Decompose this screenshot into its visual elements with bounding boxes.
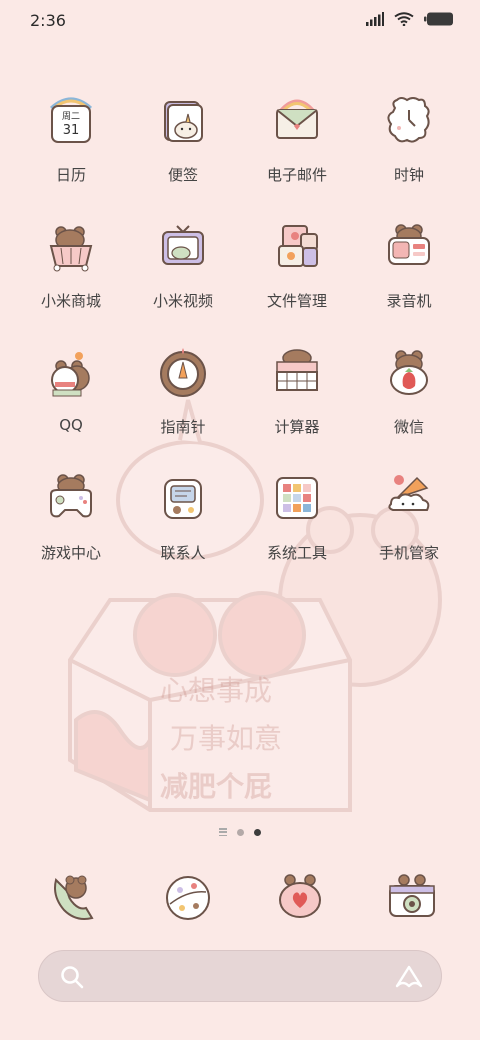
app-label: QQ [59, 416, 83, 434]
file-manager-icon [278, 225, 318, 267]
app-label: 指南针 [160, 418, 206, 436]
app-email[interactable]: 电子邮件 [242, 92, 352, 185]
app-label: 微信 [393, 418, 424, 436]
battery-icon [424, 12, 453, 26]
contacts-icon [164, 479, 202, 519]
mi-video-icon [162, 225, 204, 265]
wallpaper-text-2: 万事如意 [170, 722, 282, 755]
search-bar[interactable] [38, 950, 442, 1002]
calendar-day: 31 [63, 123, 80, 138]
calculator-icon [276, 349, 318, 391]
calendar-icon: 周二 31 [49, 97, 93, 143]
app-compass[interactable]: 指南针 [128, 344, 238, 437]
app-wechat[interactable]: 微信 [354, 344, 464, 437]
mi-store-icon [49, 226, 93, 272]
app-file-manager[interactable]: 文件管理 [242, 218, 352, 311]
app-security[interactable]: 手机管家 [354, 470, 464, 563]
page-indicator[interactable] [0, 828, 480, 836]
app-mi-video[interactable]: 小米视频 [128, 218, 238, 311]
status-time: 2:36 [30, 11, 66, 30]
app-label: 小米视频 [152, 292, 213, 310]
app-label: 联系人 [160, 544, 206, 562]
app-calendar[interactable]: 周二 31 日历 [16, 92, 126, 185]
game-center-icon [50, 474, 92, 518]
status-bar: 2:36 [0, 0, 480, 42]
app-label: 游戏中心 [40, 544, 101, 562]
security-icon [388, 475, 430, 511]
app-label: 电子邮件 [266, 166, 327, 184]
app-notes[interactable]: 便签 [128, 92, 238, 185]
camera-icon[interactable] [384, 870, 440, 926]
app-system-tools[interactable]: 系统工具 [242, 470, 352, 563]
compass-icon [160, 348, 206, 397]
app-contacts[interactable]: 联系人 [128, 470, 238, 563]
app-calculator[interactable]: 计算器 [242, 344, 352, 437]
email-icon [276, 99, 318, 139]
app-label: 日历 [55, 166, 86, 184]
app-label: 文件管理 [266, 292, 327, 310]
wechat-icon [390, 350, 428, 395]
app-qq[interactable]: QQ [16, 344, 126, 434]
app-label: 录音机 [386, 292, 432, 310]
page-dot-1[interactable] [237, 828, 244, 836]
phone-icon[interactable] [46, 870, 102, 926]
signal-icon [366, 12, 384, 26]
notes-icon [164, 101, 203, 142]
app-label: 小米商城 [40, 292, 101, 310]
app-game-center[interactable]: 游戏中心 [16, 470, 126, 563]
clock-icon [387, 97, 430, 143]
app-recorder[interactable]: 录音机 [354, 218, 464, 311]
app-label: 时钟 [393, 166, 424, 184]
browser-icon[interactable] [160, 870, 216, 926]
app-label: 系统工具 [266, 544, 327, 562]
search-icon[interactable] [59, 964, 85, 990]
page-list-icon[interactable] [219, 828, 227, 836]
app-label: 手机管家 [378, 544, 439, 562]
system-tools-icon [276, 477, 318, 519]
app-mi-store[interactable]: 小米商城 [16, 218, 126, 311]
qq-icon [51, 352, 90, 397]
app-label: 便签 [167, 166, 198, 184]
calendar-weekday: 周二 [62, 111, 80, 122]
wallpaper-text-3: 减肥个屁 [160, 770, 272, 803]
wallpaper-text-1: 心想事成 [160, 674, 272, 707]
app-clock[interactable]: 时钟 [354, 92, 464, 185]
app-label: 计算器 [274, 418, 320, 436]
assistant-icon[interactable] [395, 964, 423, 990]
messages-icon[interactable] [272, 870, 328, 926]
wifi-icon [394, 12, 414, 26]
page-dot-2[interactable] [254, 828, 261, 836]
recorder-icon [388, 224, 430, 265]
